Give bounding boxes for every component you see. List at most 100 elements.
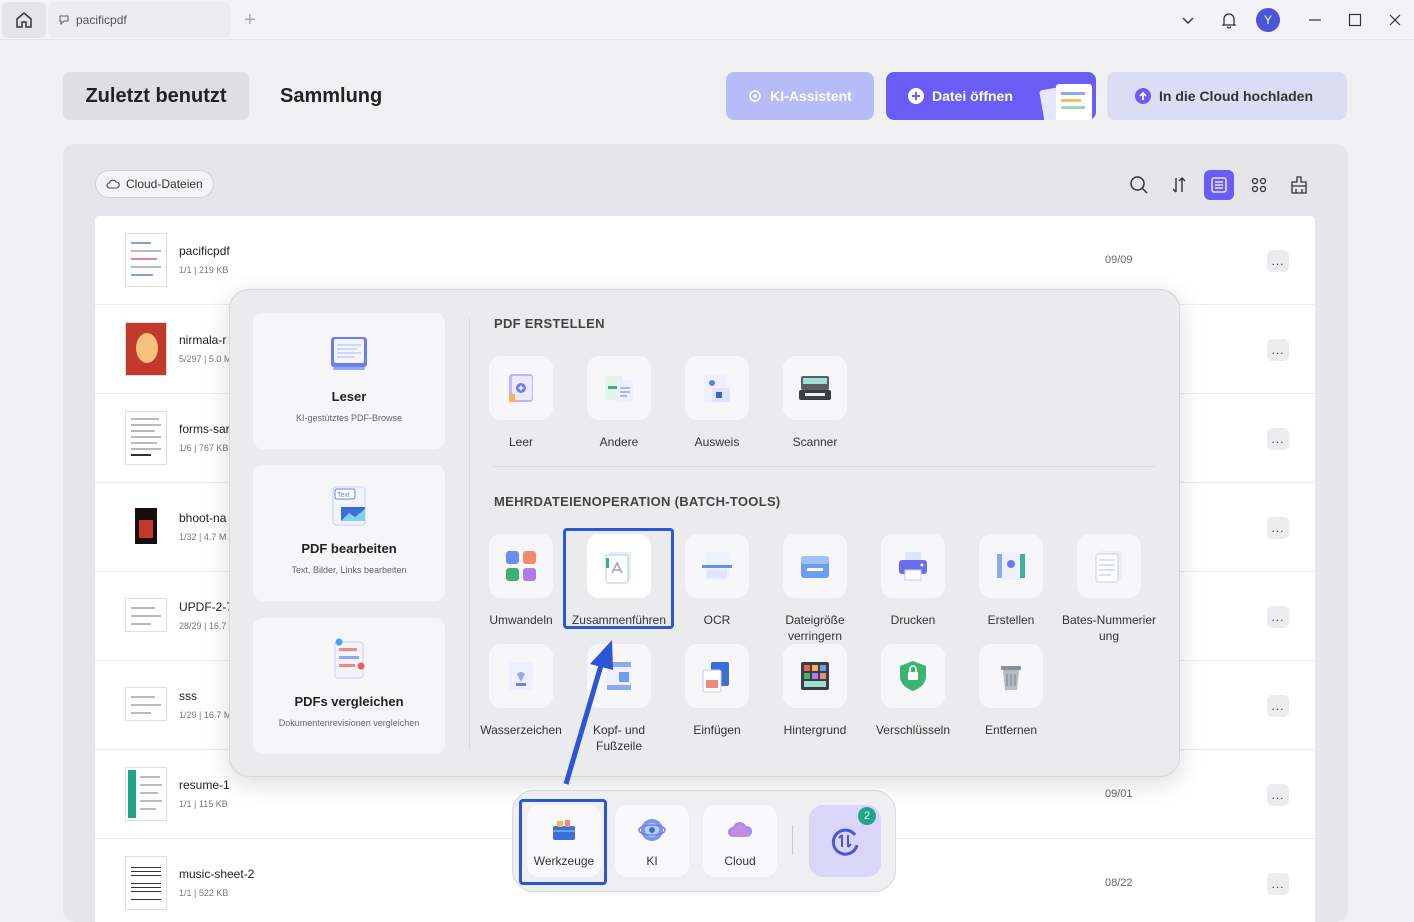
tool-insert[interactable]: Einfügen	[669, 644, 765, 738]
file-meta: 5/297 | 5.0 M	[179, 354, 232, 364]
file-meta: 1/1 | 115 KB	[179, 799, 228, 809]
chevron-down-icon	[1182, 17, 1194, 24]
file-date: 09/09	[1105, 254, 1133, 266]
grid-view-button[interactable]	[1244, 170, 1274, 200]
file-thumbnail	[125, 233, 167, 287]
reader-card[interactable]: Leser KI-gestütztes PDF-Browse	[253, 313, 445, 449]
tab-recent[interactable]: Zuletzt benutzt	[63, 72, 249, 120]
tool-encrypt[interactable]: Verschlüsseln	[865, 644, 961, 738]
cloud-files-label: Cloud-Dateien	[126, 177, 203, 191]
file-name: pacificpdf	[179, 244, 230, 258]
dock-cloud[interactable]: Cloud	[703, 805, 777, 877]
file-meta: 1/1 | 219 KB	[179, 265, 229, 275]
tool-other[interactable]: Andere	[571, 356, 667, 450]
more-options-button[interactable]: ...	[1267, 517, 1289, 539]
more-options-button[interactable]: ...	[1267, 606, 1289, 628]
cloud-files-filter[interactable]: Cloud-Dateien	[95, 170, 214, 198]
tool-blank[interactable]: Leer	[473, 356, 569, 450]
reader-card-title: Leser	[331, 389, 367, 404]
dock-ai[interactable]: KI	[615, 805, 689, 877]
tool-header-footer-label: Kopf- und Fußzeile	[592, 723, 646, 753]
tool-background[interactable]: Hintergrund	[767, 644, 863, 738]
tool-convert-label: Umwandeln	[489, 613, 553, 627]
ai-sparkle-icon	[749, 90, 761, 102]
new-tab-button[interactable]: +	[244, 8, 256, 32]
tool-print[interactable]: Drucken	[865, 534, 961, 628]
compare-pdfs-card-subtitle: Dokumentenrevisionen vergleichen	[278, 718, 420, 728]
sort-icon	[1172, 177, 1186, 193]
minimize-icon	[1309, 19, 1321, 21]
tab-collection[interactable]: Sammlung	[280, 72, 382, 120]
dropdown-button[interactable]	[1173, 6, 1203, 34]
file-meta: 1/29 | 16.7 M	[179, 710, 232, 720]
edit-pdf-card[interactable]: Text PDF bearbeiten Text, Bilder, Links …	[253, 465, 445, 601]
compare-icon	[334, 638, 365, 679]
open-file-button[interactable]: Datei öffnen	[886, 72, 1096, 120]
grid-view-icon	[1251, 177, 1267, 193]
tool-create-label: Erstellen	[987, 613, 1035, 627]
search-button[interactable]	[1124, 170, 1154, 200]
cloud-icon	[728, 822, 753, 837]
tool-create[interactable]: Erstellen	[963, 534, 1059, 628]
ai-globe-icon	[638, 819, 666, 841]
ai-assistant-button[interactable]: KI-Assistent	[726, 72, 874, 120]
tool-watermark[interactable]: Wasserzeichen	[473, 644, 569, 738]
more-options-button[interactable]: ...	[1267, 784, 1289, 806]
tool-remove[interactable]: Entfernen	[963, 644, 1059, 738]
title-bar: pacificpdf + Y	[0, 0, 1414, 40]
printer-icon	[899, 552, 927, 581]
ocr-icon	[702, 552, 732, 580]
bates-numbering-icon	[1095, 551, 1122, 583]
tool-scanner[interactable]: Scanner	[767, 356, 863, 450]
more-options-button[interactable]: ...	[1267, 873, 1289, 895]
notifications-button[interactable]	[1214, 6, 1244, 34]
close-button[interactable]	[1380, 6, 1410, 34]
bell-icon	[1221, 13, 1237, 29]
create-icon	[997, 552, 1025, 580]
file-name: UPDF-2-7	[179, 600, 234, 614]
clear-button[interactable]	[1284, 170, 1314, 200]
home-button[interactable]	[2, 2, 46, 38]
file-name: forms-sar	[179, 422, 230, 436]
tool-watermark-label: Wasserzeichen	[480, 723, 562, 737]
sync-icon	[831, 828, 859, 856]
tool-ocr-label: OCR	[703, 613, 731, 627]
tool-compress[interactable]: Dateigröße verringern	[767, 534, 863, 644]
file-thumbnail	[125, 322, 167, 376]
section-create-title: PDF ERSTELLEN	[494, 316, 605, 331]
list-view-button[interactable]	[1204, 170, 1234, 200]
list-view-icon	[1211, 177, 1227, 193]
tool-encrypt-label: Verschlüsseln	[875, 723, 951, 737]
tab-doc-icon	[59, 15, 69, 26]
minimize-button[interactable]	[1300, 6, 1330, 34]
reader-card-subtitle: KI-gestütztes PDF-Browse	[295, 413, 403, 423]
more-options-button[interactable]: ...	[1267, 339, 1289, 361]
insert-icon	[702, 662, 729, 693]
more-options-button[interactable]: ...	[1267, 250, 1289, 272]
user-avatar[interactable]: Y	[1256, 8, 1280, 32]
tool-id[interactable]: Ausweis	[669, 356, 765, 450]
header-footer-icon	[607, 662, 631, 690]
document-tab[interactable]: pacificpdf	[48, 2, 230, 38]
tool-ocr[interactable]: OCR	[669, 534, 765, 628]
tool-id-label: Ausweis	[694, 435, 740, 449]
compare-pdfs-card[interactable]: PDFs vergleichen Dokumentenrevisionen ve…	[253, 618, 445, 754]
tool-bates[interactable]: Bates-Nummerier ung	[1061, 534, 1157, 644]
convert-icon	[506, 551, 536, 581]
dock-cloud-label: Cloud	[724, 854, 756, 868]
file-thumbnail	[125, 411, 167, 465]
more-options-button[interactable]: ...	[1267, 695, 1289, 717]
search-icon	[1130, 176, 1148, 194]
file-name: resume-1	[179, 778, 230, 792]
file-date: 08/22	[1105, 877, 1133, 889]
file-name: bhoot-na	[179, 511, 227, 525]
upload-cloud-button[interactable]: In die Cloud hochladen	[1107, 72, 1347, 120]
tool-header-footer[interactable]: Kopf- und Fußzeile	[571, 644, 667, 754]
compare-pdfs-card-title: PDFs vergleichen	[294, 694, 404, 709]
tool-convert[interactable]: Umwandeln	[473, 534, 569, 628]
ai-assistant-label: KI-Assistent	[770, 88, 852, 104]
more-options-button[interactable]: ...	[1267, 428, 1289, 450]
documents-illustration-icon	[1039, 84, 1092, 120]
maximize-button[interactable]	[1340, 6, 1370, 34]
sort-button[interactable]	[1164, 170, 1194, 200]
